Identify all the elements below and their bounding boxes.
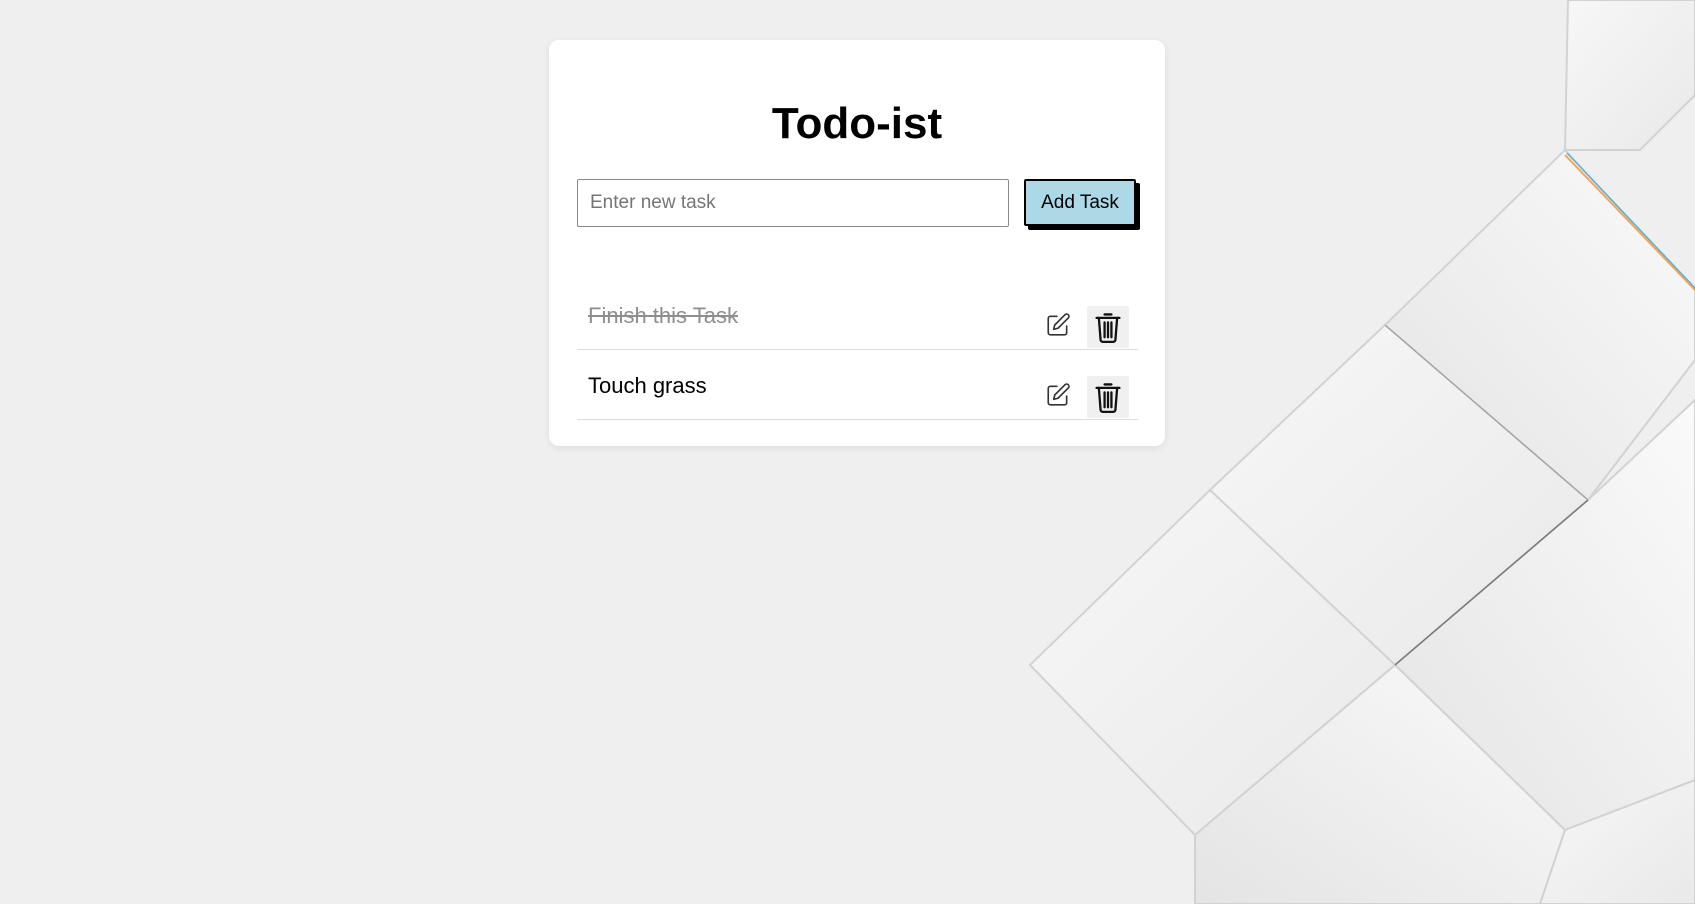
task-item: Finish this Task — [577, 280, 1138, 350]
task-item: Touch grass — [577, 350, 1138, 420]
edit-button[interactable] — [1039, 376, 1077, 414]
delete-button[interactable] — [1087, 376, 1129, 418]
add-task-button[interactable]: Add Task — [1024, 179, 1136, 226]
new-task-input[interactable] — [577, 179, 1009, 227]
task-text[interactable]: Finish this Task — [588, 305, 738, 327]
trash-icon — [1095, 383, 1121, 413]
edit-icon — [1047, 313, 1070, 336]
app-title: Todo-ist — [771, 99, 943, 148]
trash-icon — [1095, 313, 1121, 343]
delete-button[interactable] — [1087, 306, 1129, 348]
task-text[interactable]: Touch grass — [588, 375, 707, 397]
edit-button[interactable] — [1039, 306, 1077, 344]
todo-card: Todo-ist Finish this Task — [549, 40, 1165, 446]
task-list: Finish this Task Touch grass — [577, 280, 1138, 420]
edit-icon — [1047, 383, 1070, 406]
